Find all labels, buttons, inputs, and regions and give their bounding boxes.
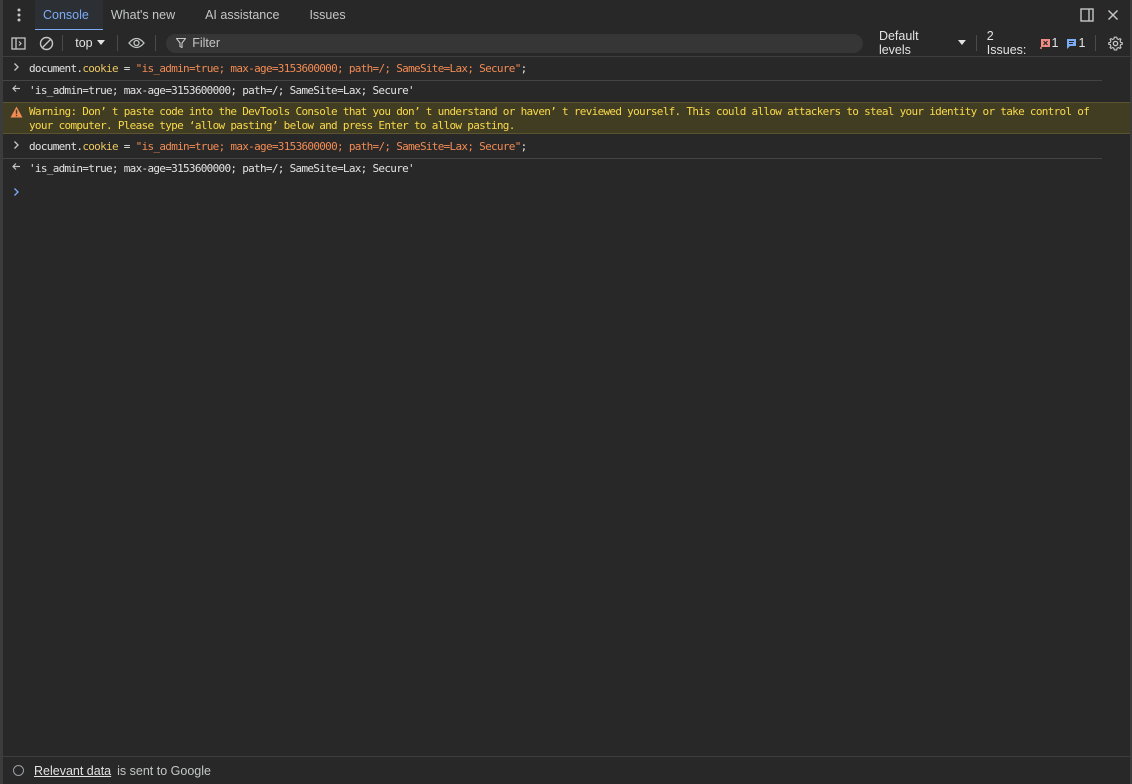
prompt-chevron-icon	[3, 187, 29, 197]
filter-icon	[176, 38, 187, 48]
tab-whats-new[interactable]: What's new	[103, 0, 189, 30]
tab-whats-new-label: What's new	[110, 8, 176, 22]
code-operator: =	[117, 140, 136, 153]
tab-ai-assistance[interactable]: AI assistance	[189, 0, 293, 30]
live-expression-icon[interactable]	[122, 30, 152, 56]
console-prompt[interactable]	[3, 187, 1130, 203]
toolbar-divider	[116, 35, 118, 51]
console-result-value[interactable]: 'is_admin=true; max-age=3153600000; path…	[29, 84, 1130, 98]
toolbar-divider	[62, 35, 64, 51]
tab-console[interactable]: Console	[35, 0, 103, 31]
log-levels-label: Default levels	[878, 29, 919, 57]
code-string: "is_admin=true; max-age=3153600000; path…	[135, 62, 522, 75]
status-text: is sent to Google	[117, 763, 211, 778]
code-terminator: ;	[520, 140, 528, 153]
code-operator: =	[117, 62, 136, 75]
toolbar-divider	[1095, 35, 1097, 51]
console-warning-message: Warning: Don’ t paste code into the DevT…	[3, 102, 1130, 134]
code-terminator: ;	[520, 62, 528, 75]
code-property: cookie	[82, 62, 118, 75]
tab-ai-assistance-label: AI assistance	[205, 8, 280, 22]
clear-console-icon[interactable]	[35, 30, 59, 56]
console-toolbar: top Filter Default levels 2 Issues: 1 1	[3, 29, 1130, 57]
gear-icon[interactable]	[1100, 30, 1130, 56]
console-command[interactable]: document.cookie = "is_admin=true; max-ag…	[29, 62, 1102, 76]
code-object: document	[29, 140, 77, 153]
console-result-line: 'is_admin=true; max-age=3153600000; path…	[3, 84, 1130, 100]
more-vert-icon[interactable]	[3, 0, 35, 30]
warning-triangle-icon	[3, 103, 29, 118]
context-selector-label: top	[75, 36, 93, 50]
tab-console-label: Console	[43, 8, 89, 22]
issues-info-count: 1	[1078, 36, 1086, 50]
toolbar-divider	[155, 35, 157, 51]
info-message-icon	[1067, 38, 1077, 49]
devtools-window: Console What's new AI assistance Issues …	[0, 0, 1132, 784]
error-flag-icon	[1039, 38, 1050, 49]
tab-issues-label: Issues	[309, 8, 346, 22]
relevant-data-link[interactable]: Relevant data	[34, 764, 111, 778]
filter-input[interactable]: Filter	[166, 33, 863, 53]
code-object: document	[29, 62, 77, 75]
input-chevron-icon	[3, 62, 29, 72]
tab-issues[interactable]: Issues	[293, 0, 359, 30]
issues-counter[interactable]: 2 Issues: 1 1	[981, 29, 1092, 57]
input-chevron-icon	[3, 140, 29, 150]
dock-side-icon[interactable]	[1074, 1, 1100, 29]
console-input-line: document.cookie = "is_admin=true; max-ag…	[3, 140, 1102, 159]
close-icon[interactable]	[1100, 1, 1126, 29]
code-string: "is_admin=true; max-age=3153600000; path…	[135, 140, 522, 153]
console-input-line: document.cookie = "is_admin=true; max-ag…	[3, 62, 1102, 81]
log-levels-dropdown[interactable]: Default levels	[873, 29, 972, 57]
issues-error-badge: 1	[1039, 36, 1059, 50]
console-result-value[interactable]: 'is_admin=true; max-age=3153600000; path…	[29, 162, 1130, 176]
devtools-tabbar: Console What's new AI assistance Issues	[3, 0, 1130, 31]
result-arrow-icon	[3, 84, 29, 93]
filter-placeholder: Filter	[192, 36, 220, 50]
sidebar-toggle-icon[interactable]	[3, 30, 35, 56]
console-result-line: 'is_admin=true; max-age=3153600000; path…	[3, 162, 1130, 178]
status-circle-icon	[13, 765, 24, 776]
issues-info-badge: 1	[1066, 36, 1085, 50]
triangle-down-icon	[96, 40, 105, 45]
toolbar-divider	[975, 35, 977, 51]
issues-error-count: 1	[1051, 36, 1059, 50]
console-output[interactable]: document.cookie = "is_admin=true; max-ag…	[3, 57, 1130, 756]
result-arrow-icon	[3, 162, 29, 171]
issues-label: 2 Issues:	[986, 29, 1027, 57]
triangle-down-icon	[957, 40, 966, 45]
console-command[interactable]: document.cookie = "is_admin=true; max-ag…	[29, 140, 1102, 154]
warning-text: Warning: Don’ t paste code into the DevT…	[29, 105, 1090, 132]
context-selector[interactable]: top	[67, 30, 112, 56]
code-property: cookie	[82, 140, 118, 153]
status-bar: Relevant data is sent to Google	[3, 756, 1130, 784]
